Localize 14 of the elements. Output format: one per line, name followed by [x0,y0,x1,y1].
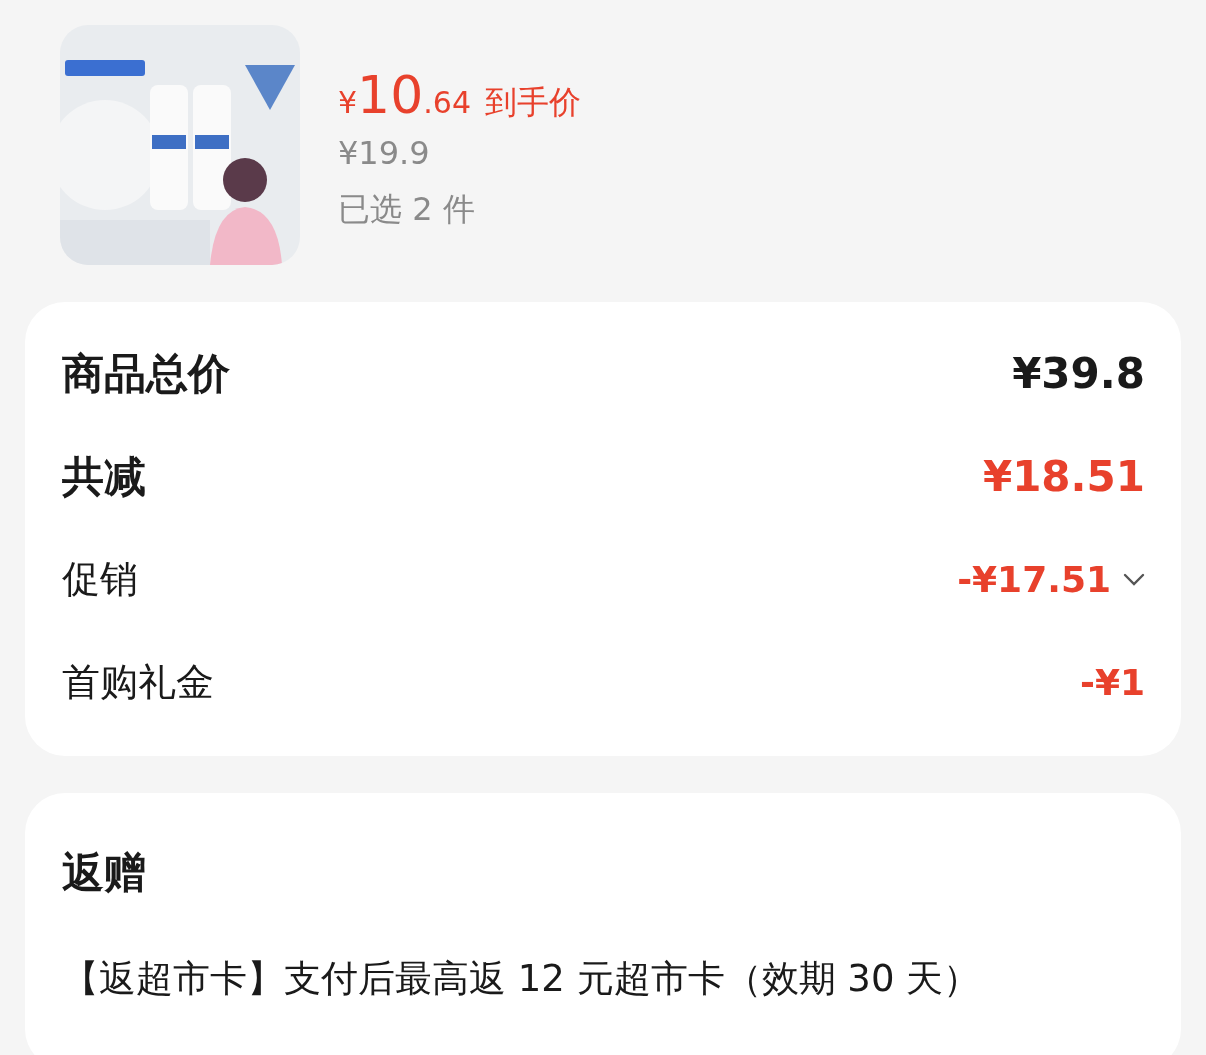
row-label: 共减 [62,450,146,503]
original-price: ¥19.9 [338,133,431,174]
row-label: 商品总价 [62,347,230,400]
section-title: 返赠 [62,847,147,899]
chevron-down-icon[interactable] [1123,572,1145,587]
rebate-description: 【返超市卡】支付后最高返 12 元超市卡（效期 30 天） [62,956,982,1002]
row-amount: ¥39.8 [1012,349,1145,398]
row-label: 首购礼金 [62,659,214,706]
selected-quantity: 已选 2 件 [338,189,476,230]
row-amount: ¥18.51 [982,452,1145,501]
row-label: 促销 [62,556,138,603]
deal-price: ¥10.64 到手价 [338,69,581,121]
row-amount: -¥17.51 [957,559,1111,600]
row-amount: -¥1 [1079,662,1145,703]
